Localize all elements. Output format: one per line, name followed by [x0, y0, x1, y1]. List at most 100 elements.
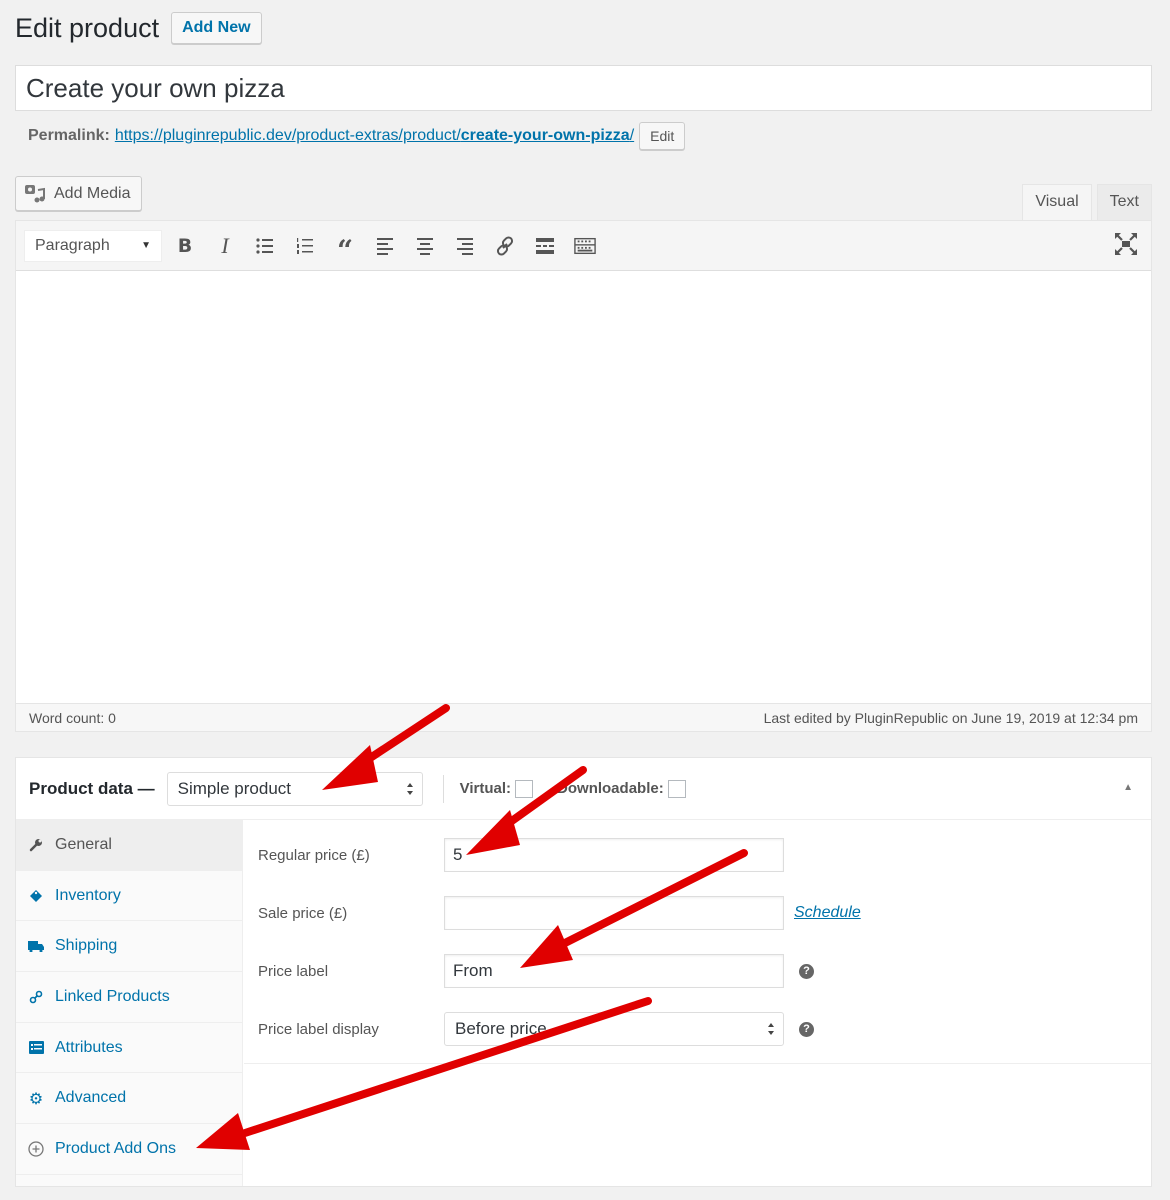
virtual-checkbox[interactable] [515, 779, 534, 798]
align-center-icon [417, 237, 433, 255]
price-label-display-row: Price label display Before price ? [258, 1012, 814, 1046]
tab-label: Linked Products [55, 987, 170, 1005]
permalink-base: https://pluginrepublic.dev/product-extra… [114, 127, 461, 144]
tab-text[interactable]: Text [1096, 184, 1152, 220]
help-icon[interactable]: ? [799, 1021, 814, 1037]
fullscreen-icon [1115, 233, 1137, 255]
align-left-button[interactable] [365, 230, 405, 262]
bold-button[interactable]: B [165, 230, 205, 262]
toolbar-toggle-button[interactable] [565, 230, 605, 262]
list-icon [28, 1040, 44, 1056]
toolbar-toggle-icon [574, 237, 596, 254]
product-data-tabs: General Inventory Shipping Linked Produc… [16, 820, 243, 1186]
chevron-down-icon: ▼ [141, 240, 151, 251]
tab-label: Attributes [55, 1038, 123, 1056]
header-divider [442, 774, 444, 803]
gear-icon: ⚙ [28, 1088, 44, 1108]
downloadable-checkbox[interactable] [667, 779, 686, 798]
price-label-display-value: Before price [455, 1019, 547, 1038]
select-arrows-icon [768, 1023, 774, 1035]
insert-link-button[interactable] [485, 230, 525, 262]
fullscreen-button[interactable] [1113, 231, 1139, 257]
page-title: Edit product [15, 12, 160, 43]
permalink-slug: create-your-own-pizza [460, 127, 630, 144]
help-icon[interactable]: ? [799, 963, 814, 979]
tab-product-add-ons[interactable]: Product Add Ons [16, 1124, 242, 1175]
blockquote-icon: “ [336, 233, 354, 267]
sale-price-input[interactable] [444, 896, 784, 930]
bold-icon: B [177, 234, 193, 257]
read-more-icon [536, 237, 554, 254]
tab-inventory[interactable]: Inventory [16, 871, 242, 922]
align-center-button[interactable] [405, 230, 445, 262]
collapse-toggle-icon[interactable]: ▲ [1123, 782, 1133, 793]
permalink-link[interactable]: https://pluginrepublic.dev/product-extra… [115, 127, 634, 145]
price-label-input[interactable] [444, 954, 784, 988]
editor-status-bar: Word count: 0 Last edited by PluginRepub… [16, 703, 1151, 731]
tab-label: Inventory [55, 886, 121, 904]
align-right-icon [457, 237, 473, 255]
tab-label: Shipping [55, 937, 118, 955]
tab-label: General [55, 835, 112, 853]
tag-icon [28, 888, 44, 904]
price-label-row: Price label ? [258, 954, 814, 988]
regular-price-label: Regular price (£) [258, 846, 370, 864]
tab-label: Product Add Ons [55, 1139, 176, 1157]
permalink-edit-button[interactable]: Edit [639, 122, 686, 150]
wrench-icon [28, 837, 44, 853]
sale-price-label: Sale price (£) [258, 904, 348, 922]
editor-content-area[interactable] [16, 271, 1151, 703]
select-arrows-icon [406, 782, 413, 795]
price-label-display-label: Price label display [258, 1020, 379, 1038]
editor-mode-tabs: Visual Text [1017, 184, 1152, 220]
link-icon [496, 235, 514, 256]
content-editor: Paragraph ▼ B I “ Word count: 0 Last edi… [15, 220, 1152, 732]
tab-linked-products[interactable]: Linked Products [16, 972, 242, 1023]
tab-attributes[interactable]: Attributes [16, 1023, 242, 1074]
italic-button[interactable]: I [205, 230, 245, 262]
tab-visual[interactable]: Visual [1022, 184, 1092, 220]
truck-icon [28, 938, 44, 954]
permalink-trailing: / [629, 127, 635, 144]
regular-price-input[interactable] [444, 838, 784, 872]
align-right-button[interactable] [445, 230, 485, 262]
product-data-box: Product data — Simple product Virtual: D… [15, 757, 1152, 1187]
last-edited: Last edited by PluginRepublic on June 19… [763, 709, 1138, 726]
read-more-button[interactable] [525, 230, 565, 262]
regular-price-row: Regular price (£) [258, 838, 784, 872]
format-select-value: Paragraph [35, 236, 110, 254]
product-title-input[interactable] [15, 65, 1152, 111]
plus-circle-icon [28, 1141, 44, 1157]
permalink-label: Permalink: [28, 127, 110, 144]
tab-label: Advanced [55, 1089, 127, 1107]
general-panel: Regular price (£) Sale price (£) Schedul… [244, 820, 1151, 1064]
tab-general[interactable]: General [16, 820, 242, 871]
numbered-list-icon [297, 237, 313, 254]
sale-price-row: Sale price (£) Schedule [258, 896, 861, 930]
product-data-header: Product data — Simple product Virtual: D… [16, 758, 1151, 820]
product-data-title: Product data — [29, 778, 155, 798]
format-select[interactable]: Paragraph ▼ [24, 229, 162, 262]
price-label-display-select[interactable]: Before price [444, 1012, 784, 1046]
tab-shipping[interactable]: Shipping [16, 921, 242, 973]
schedule-link[interactable]: Schedule [794, 904, 861, 922]
media-icon [25, 184, 45, 202]
add-media-label: Add Media [54, 184, 131, 202]
price-label-label: Price label [258, 962, 329, 980]
downloadable-label: Downloadable: [557, 780, 664, 797]
bulleted-list-button[interactable] [245, 230, 285, 262]
editor-toolbar: Paragraph ▼ B I “ [16, 221, 1151, 271]
tab-advanced[interactable]: ⚙ Advanced [16, 1073, 242, 1125]
add-new-button[interactable]: Add New [171, 12, 262, 44]
add-media-button[interactable]: Add Media [15, 176, 142, 211]
bulleted-list-icon [256, 237, 273, 254]
link-icon [28, 989, 44, 1005]
align-left-icon [377, 237, 393, 255]
permalink-row: Permalink: https://pluginrepublic.dev/pr… [28, 122, 686, 150]
word-count: Word count: 0 [29, 709, 116, 726]
numbered-list-button[interactable] [285, 230, 325, 262]
blockquote-button[interactable]: “ [325, 230, 365, 267]
product-type-select[interactable]: Simple product [166, 771, 423, 806]
italic-icon: I [221, 232, 229, 258]
page-header: Edit product Add New [15, 12, 262, 44]
